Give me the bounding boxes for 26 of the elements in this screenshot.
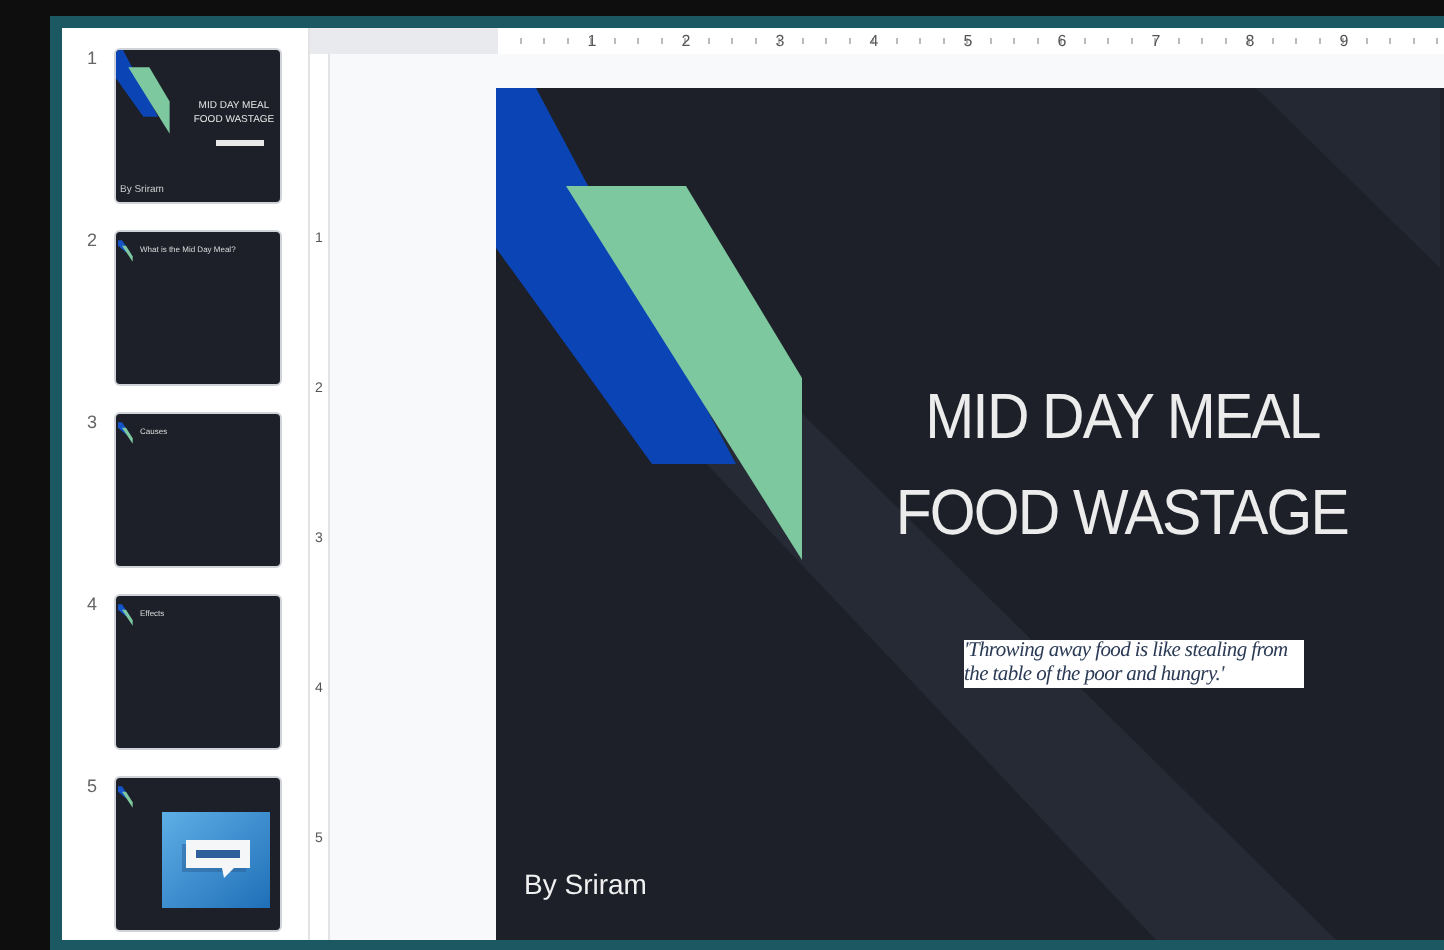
slide-decoration-drawing: [116, 50, 170, 134]
slide-number: 1: [84, 48, 99, 68]
slash-icon: [118, 422, 134, 444]
ruler-number: 8: [1243, 30, 1257, 54]
ruler-number: 6: [1055, 30, 1069, 54]
ruler-number: 4: [867, 30, 881, 54]
ruler-number: 2: [679, 30, 693, 54]
slide-number: 4: [84, 594, 99, 614]
slash-icon: [118, 786, 134, 808]
quote-placeholder-drawing: [216, 140, 264, 146]
slide-title: MID DAY MEAL: [924, 378, 1320, 456]
quote-text: 'Throwing away food is like stealing from the table of the poor and hungry.': [964, 640, 1304, 688]
slide-thumbnail[interactable]: [114, 776, 282, 932]
slide-number: 3: [84, 412, 99, 432]
slash-icon: [118, 240, 134, 262]
ruler-number: 5: [961, 30, 975, 54]
ruler-number: 3: [773, 30, 787, 54]
slide-title: FOOD WASTAGE: [895, 474, 1349, 552]
slash-icon: [118, 604, 134, 626]
ruler-number: 9: [1337, 30, 1351, 54]
author-text: By Sriram: [524, 868, 647, 900]
ruler-number: 7: [1149, 30, 1163, 54]
slide-number: 2: [84, 230, 99, 250]
slide-canvas[interactable]: MID DAY MEAL FOOD WASTAGE 'Throwing away food is like stealing from the table of the poor and hungry.' By Sriram: [496, 88, 1444, 940]
slide-number: 5: [84, 776, 99, 796]
ruler-number: 1: [585, 30, 599, 54]
